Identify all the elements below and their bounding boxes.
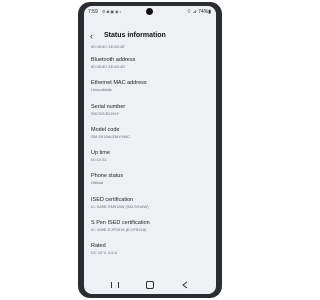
item-label: S Pen ISED certification	[91, 220, 150, 227]
item-label: Serial number	[91, 103, 126, 110]
status-time: 7:59	[88, 9, 98, 15]
notification-icons: ⚙ ◙ ▣ ◉ •	[102, 9, 122, 14]
status-bar: 7:59 ⚙ ◙ ▣ ◉ • ⌔ ⊿ 74%▮	[84, 6, 216, 18]
item-value: SM-S918W/ZMYVMC	[91, 133, 130, 139]
list-item: Model code SM-S918W/ZMYVMC	[91, 127, 211, 150]
item-label: Ethernet MAC address	[91, 80, 147, 87]
camera-cutout	[146, 8, 153, 15]
recents-button[interactable]	[108, 279, 122, 291]
item-label: Model code	[91, 126, 120, 133]
recents-icon	[111, 282, 119, 288]
list-item: Up time 00:10:31	[91, 150, 211, 173]
home-icon	[146, 281, 154, 289]
page-title: Status information	[104, 32, 166, 39]
home-button[interactable]	[143, 279, 157, 291]
item-value: 80:35:8C:1E:82:4E	[91, 44, 125, 49]
back-arrow-icon[interactable]: ‹	[90, 31, 93, 41]
battery-status: ⌔ ⊿ 74%▮	[186, 9, 211, 15]
list-item: Phone status Official	[91, 173, 211, 196]
item-label: Rated	[91, 243, 106, 250]
list-item: Rated DC 10 V, 4.5 A	[91, 243, 211, 266]
list-item: 80:35:8C:1E:82:4E	[91, 44, 211, 57]
list-item: S Pen ISED certification IC: 649E-EJPS91…	[91, 220, 211, 243]
phone-screen: 7:59 ⚙ ◙ ▣ ◉ • ⌔ ⊿ 74%▮ ‹ Status informa…	[84, 6, 216, 294]
item-label: Up time	[91, 150, 110, 157]
item-value: DC 10 V, 4.5 A	[91, 250, 118, 256]
item-value: 80:35:8C:1E:82:4D	[91, 64, 126, 69]
item-value: IC: 649E-EJPS918 (EJ-PS918)	[91, 227, 147, 233]
back-button[interactable]	[178, 279, 192, 291]
item-value: Official	[91, 180, 104, 186]
item-label: ISED certification	[91, 196, 134, 203]
list-item: Serial number R5CW13NJ94Y	[91, 104, 211, 127]
list-item: Bluetooth address 80:35:8C:1E:82:4D	[91, 57, 211, 80]
item-value: 00:10:31	[91, 157, 107, 163]
item-value: Unavailable	[91, 87, 112, 93]
status-list: 80:35:8C:1E:82:4E Bluetooth address 80:3…	[91, 44, 211, 267]
navigation-bar	[84, 276, 216, 294]
back-icon	[182, 281, 188, 289]
list-item: ISED certification IC: 649E-SM918W (SM-S…	[91, 197, 211, 220]
item-value: R5CW13NJ94Y	[91, 110, 120, 116]
item-label: Phone status	[91, 173, 124, 180]
item-value: IC: 649E-SM918W (SM-S918W)	[91, 203, 149, 209]
list-item: Ethernet MAC address Unavailable	[91, 80, 211, 103]
item-label: Bluetooth address	[91, 57, 136, 63]
